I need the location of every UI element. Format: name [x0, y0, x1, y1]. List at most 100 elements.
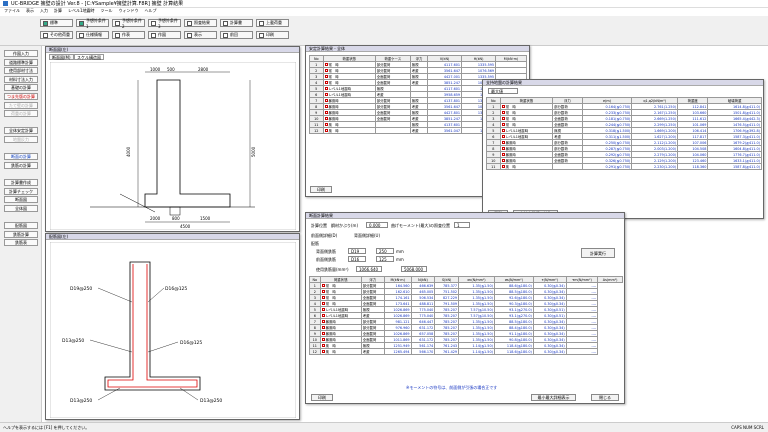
sidebar-item[interactable]: 地盤反力 — [4, 136, 38, 143]
sidebar-item[interactable]: 基礎の計算 — [4, 84, 38, 92]
menu-item[interactable]: ヘルプ — [145, 8, 157, 14]
row-checkbox[interactable] — [324, 99, 328, 102]
menu-item[interactable]: ツール — [101, 8, 113, 14]
close-button[interactable]: 閉じる — [591, 394, 619, 401]
row-checkbox[interactable] — [321, 344, 325, 347]
row-checkbox[interactable] — [321, 296, 325, 299]
menu-item[interactable]: 計算 — [54, 8, 62, 14]
toolbar-item[interactable]: 標準 — [40, 19, 73, 27]
sidebar-item[interactable]: 全体安定計算 — [4, 127, 38, 135]
cell-text: 考慮 — [362, 314, 370, 318]
row-checkbox[interactable] — [324, 93, 328, 96]
toolbar-item[interactable]: 前回 — [220, 31, 253, 39]
row-checkbox[interactable] — [501, 111, 505, 114]
cell-text: 1476.5(≧411.0) — [732, 122, 760, 127]
row-checkbox[interactable] — [324, 129, 328, 132]
detail-button[interactable]: 最小最大詳細表示 — [531, 394, 576, 401]
menu-item[interactable]: ウィンドウ — [119, 8, 139, 14]
print-button-3[interactable]: 印刷 — [311, 394, 333, 401]
row-checkbox[interactable] — [324, 75, 328, 78]
toolbar-item[interactable]: 仕様情報 — [76, 31, 109, 39]
position-radio[interactable]: 曲げモーメント(最大)の照査位置 — [391, 223, 450, 229]
sidebar-item[interactable]: 使用部材寸法 — [4, 67, 38, 75]
toolbar-item[interactable]: 照査結果 — [184, 19, 217, 27]
tab-skeleton[interactable]: スケル構造図 — [74, 54, 104, 60]
row-checkbox[interactable] — [321, 332, 325, 335]
cell-text: 10 — [491, 158, 496, 163]
row-checkbox[interactable] — [321, 338, 325, 341]
sidebar-item[interactable]: 計算書作成 — [4, 179, 38, 186]
menu-item[interactable]: レベル1地震時 — [68, 8, 95, 14]
run-calc-button[interactable]: 計算実行 — [581, 248, 615, 258]
sidebar-item[interactable]: つま先版の計算 — [4, 93, 38, 100]
row-checkbox[interactable] — [324, 81, 328, 84]
row-checkbox[interactable] — [324, 123, 328, 126]
rebar-pitch-1[interactable]: 250 — [376, 248, 394, 254]
tab-section[interactable]: 断面図(M) — [49, 54, 74, 60]
row-checkbox[interactable] — [324, 111, 328, 114]
sidebar-item[interactable]: 材料寸法入力 — [4, 75, 38, 83]
row-checkbox[interactable] — [321, 308, 325, 311]
row-checkbox[interactable] — [321, 326, 325, 329]
sidebar-item[interactable]: 道路標準計算 — [4, 58, 38, 66]
print-button-1[interactable]: 印刷 — [310, 186, 332, 193]
toolbar-item[interactable]: 予想外条件3 — [148, 18, 181, 29]
table-row[interactable]: 11 風 時 0.291(≦0.750) 2.230(1.200) 118.360 158… — [486, 163, 762, 170]
toolbar-item[interactable]: 予想外条件1 — [76, 18, 109, 29]
row-checkbox[interactable] — [501, 165, 505, 168]
toolbar-item[interactable]: 計算書 — [220, 19, 253, 27]
cell-text: 全面載荷 — [362, 338, 377, 342]
bearing-combo[interactable]: 最大値 — [488, 88, 518, 94]
row-checkbox[interactable] — [324, 69, 328, 72]
row-checkbox[interactable] — [501, 153, 505, 156]
rebar-pitch-2[interactable]: 125 — [376, 256, 394, 262]
row-checkbox[interactable] — [501, 159, 505, 162]
toolbar-item[interactable]: 表示 — [184, 31, 217, 39]
sidebar-item[interactable]: 鉄筋計算 — [4, 230, 38, 238]
row-checkbox[interactable] — [324, 63, 328, 66]
row-checkbox[interactable] — [501, 105, 505, 108]
rebar-dia-2[interactable]: D16 — [348, 256, 366, 262]
row-checkbox[interactable] — [501, 129, 505, 132]
sidebar-item[interactable]: 荷重の計算 — [4, 110, 38, 118]
opt-front[interactable]: 前面側詳細(D) — [311, 233, 337, 239]
row-checkbox[interactable] — [501, 117, 505, 120]
row-checkbox[interactable] — [501, 135, 505, 138]
row-checkbox[interactable] — [324, 87, 328, 90]
row-checkbox[interactable] — [321, 290, 325, 293]
sidebar-item[interactable]: 作図入力 — [4, 50, 38, 57]
toolbar-item[interactable]: 上載荷重 — [256, 19, 289, 27]
toolbar-item[interactable]: 作図 — [148, 31, 181, 39]
row-checkbox[interactable] — [321, 302, 325, 305]
toolbar-item[interactable]: その他荷重 — [40, 31, 73, 39]
sidebar-item[interactable]: 計算チェック — [4, 187, 38, 195]
sidebar-item[interactable]: 配筋図 — [4, 222, 38, 229]
row-checkbox[interactable] — [324, 117, 328, 120]
row-checkbox[interactable] — [501, 141, 505, 144]
row-checkbox[interactable] — [321, 284, 325, 287]
menu-item[interactable]: ファイル — [4, 8, 20, 14]
toolbar-item[interactable]: 印刷 — [256, 31, 289, 39]
sidebar-item[interactable]: 全体図 — [4, 204, 38, 212]
menu-item[interactable]: 入力 — [40, 8, 48, 14]
row-checkbox[interactable] — [501, 123, 505, 126]
toolbar-item[interactable]: 作表 — [112, 31, 145, 39]
sidebar-item[interactable]: たて壁の計算 — [4, 101, 38, 109]
toolbar-item[interactable]: 予想外条件2 — [112, 18, 145, 29]
opt-back[interactable]: 背面側詳細(U) — [354, 233, 380, 239]
cell-text: 88.5(≦180.0) — [509, 319, 532, 324]
row-checkbox[interactable] — [501, 147, 505, 150]
sidebar-item[interactable]: 断面図 — [4, 196, 38, 204]
row-checkbox[interactable] — [321, 320, 325, 323]
row-checkbox[interactable] — [324, 105, 328, 108]
sidebar-item[interactable]: 断面の計算 — [4, 153, 38, 161]
position-combo[interactable]: 1 — [454, 222, 470, 228]
table-row[interactable]: 12 風 時 考慮 1265.494 566.170 761.429 1.14(≦1.50)… — [309, 348, 623, 355]
depth-input[interactable]: 0.000 — [366, 222, 388, 228]
sidebar-item[interactable]: 鉄筋表 — [4, 239, 38, 247]
rebar-dia-1[interactable]: D19 — [348, 248, 366, 254]
menu-item[interactable]: 表示 — [26, 8, 34, 14]
row-checkbox[interactable] — [321, 314, 325, 317]
row-checkbox[interactable] — [321, 350, 325, 353]
sidebar-item[interactable]: 鉄筋の計算 — [4, 161, 38, 169]
